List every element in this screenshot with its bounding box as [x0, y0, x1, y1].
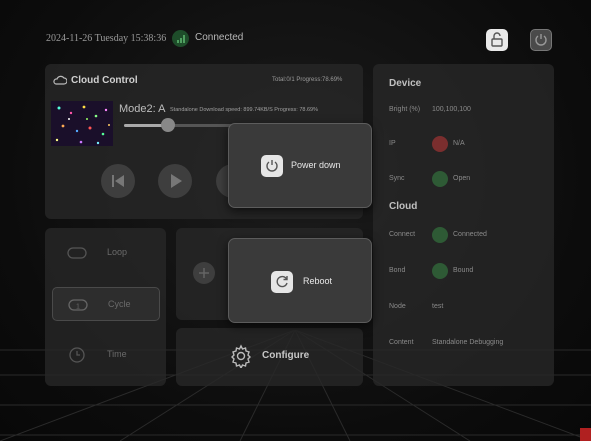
power-icon: [266, 160, 278, 172]
refresh-icon: [276, 275, 288, 288]
content-label: Content: [389, 339, 414, 346]
lock-button[interactable]: [486, 29, 508, 51]
sync-status-dot: [432, 171, 448, 187]
device-title: Device: [389, 78, 422, 89]
connect-value: Connected: [453, 231, 487, 238]
play-icon: [171, 174, 182, 188]
signal-icon: [172, 30, 189, 47]
node-label: Node: [389, 303, 406, 310]
mode-item-label: Time: [107, 349, 127, 359]
connection-status: Connected: [195, 32, 244, 43]
current-mode-label: Mode2: A: [119, 103, 166, 115]
cloud-control-title: Cloud Control: [71, 75, 138, 86]
gear-icon: [231, 344, 251, 368]
content-thumbnail: [51, 101, 113, 146]
mode-item-cycle[interactable]: 1 Cycle: [52, 287, 160, 321]
power-down-button[interactable]: Power down: [228, 123, 372, 208]
corner-badge-icon: [580, 428, 591, 441]
sync-label: Sync: [389, 175, 405, 182]
ip-label: IP: [389, 140, 396, 147]
total-progress: Total:0/1 Progress:78.69%: [272, 77, 343, 83]
bond-status-dot: [432, 263, 448, 279]
mode-item-label: Loop: [107, 247, 128, 257]
mode-item-label: Cycle: [108, 299, 131, 309]
play-button[interactable]: [158, 164, 192, 198]
ip-status-dot: [432, 136, 448, 152]
bond-label: Bond: [389, 267, 406, 274]
download-status: Standalone Download speed: 899.74KB/S Pr…: [170, 107, 318, 113]
node-value: test: [432, 303, 444, 310]
content-value: Standalone Debugging: [432, 339, 504, 346]
add-button[interactable]: [193, 262, 215, 284]
svg-text:1: 1: [76, 304, 80, 311]
connect-label: Connect: [389, 231, 416, 238]
power-down-label: Power down: [291, 160, 341, 170]
bright-value: 100,100,100: [432, 106, 471, 113]
skip-previous-icon: [112, 175, 124, 187]
plus-icon: [199, 268, 209, 278]
mode-item-time[interactable]: Time: [52, 338, 160, 372]
reboot-icon-box: [271, 271, 293, 293]
previous-button[interactable]: [101, 164, 135, 198]
power-icon: [535, 34, 547, 46]
power-down-icon-box: [261, 155, 283, 177]
mode-item-loop[interactable]: Loop: [52, 236, 160, 270]
cloud-icon: [53, 75, 67, 85]
reboot-label: Reboot: [303, 276, 333, 286]
bright-label: Bright (%): [389, 106, 421, 113]
connect-status-dot: [432, 227, 448, 243]
sync-value: Open: [453, 175, 471, 182]
loop-icon: [67, 247, 87, 259]
progress-slider-handle[interactable]: [161, 118, 176, 132]
ip-value: N/A: [453, 140, 465, 147]
configure-label: Configure: [262, 350, 310, 361]
datetime: 2024-11-26 Tuesday 15:38:36: [46, 33, 167, 44]
reboot-button[interactable]: Reboot: [228, 238, 372, 323]
bond-value: Bound: [453, 267, 474, 274]
cloud-title: Cloud: [389, 201, 418, 212]
cycle-icon: 1: [68, 299, 88, 311]
unlock-icon: [491, 32, 503, 47]
clock-icon: [69, 347, 85, 363]
power-button[interactable]: [530, 29, 552, 51]
